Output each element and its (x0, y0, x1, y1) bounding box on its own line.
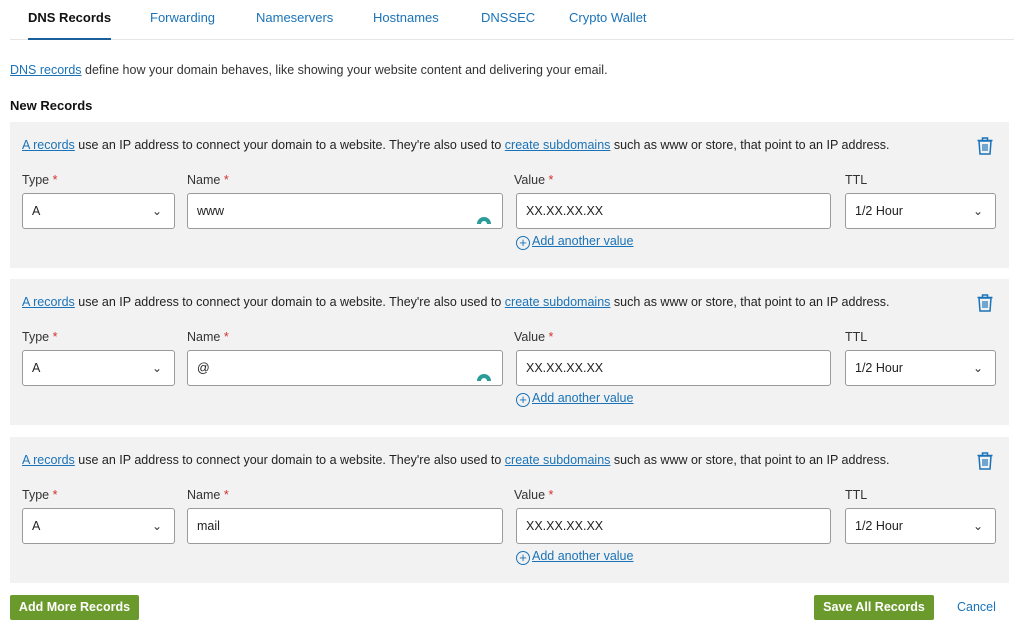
plus-circle-icon: + (516, 236, 530, 250)
trash-icon[interactable] (976, 293, 994, 313)
type-label: Type * (22, 173, 58, 187)
plus-circle-icon: + (516, 393, 530, 407)
a-records-link[interactable]: A records (22, 138, 75, 152)
a-records-link[interactable]: A records (22, 453, 75, 467)
tab-dns-records[interactable]: DNS Records (28, 0, 112, 40)
chevron-down-icon: ⌄ (151, 519, 162, 533)
chevron-down-icon: ⌄ (972, 204, 983, 218)
type-select[interactable]: A ⌄ (22, 508, 175, 544)
a-record-card: A records use an IP address to connect y… (10, 279, 1009, 425)
dns-records-link[interactable]: DNS records (10, 63, 82, 77)
create-subdomains-link[interactable]: create subdomains (505, 453, 611, 467)
value-input[interactable]: XX.XX.XX.XX (516, 193, 831, 229)
add-more-records-button[interactable]: Add More Records (10, 595, 139, 620)
ttl-select-value: 1/2 Hour (855, 361, 903, 375)
type-select-value: A (32, 361, 41, 375)
chevron-down-icon: ⌄ (151, 204, 162, 218)
record-description: A records use an IP address to connect y… (22, 138, 889, 152)
plus-circle-icon: + (516, 551, 530, 565)
name-label: Name * (187, 488, 229, 502)
type-label: Type * (22, 330, 58, 344)
record-description: A records use an IP address to connect y… (22, 295, 889, 309)
name-input[interactable]: @ (187, 350, 503, 386)
add-another-value-link[interactable]: + Add another value (516, 549, 633, 565)
value-input[interactable]: XX.XX.XX.XX (516, 350, 831, 386)
ttl-label: TTL (845, 330, 868, 344)
a-record-card: A records use an IP address to connect y… (10, 437, 1009, 583)
ttl-select-value: 1/2 Hour (855, 204, 903, 218)
ttl-select-value: 1/2 Hour (855, 519, 903, 533)
type-select[interactable]: A ⌄ (22, 350, 175, 386)
value-input[interactable]: XX.XX.XX.XX (516, 508, 831, 544)
tab-forwarding[interactable]: Forwarding (150, 0, 215, 40)
create-subdomains-link[interactable]: create subdomains (505, 138, 611, 152)
intro-body: define how your domain behaves, like sho… (81, 63, 608, 77)
tab-bar: DNS Records Forwarding Nameservers Hostn… (10, 0, 1014, 40)
chevron-down-icon: ⌄ (972, 519, 983, 533)
name-label: Name * (187, 173, 229, 187)
add-another-value-link[interactable]: + Add another value (516, 234, 633, 250)
name-input-value: mail (197, 519, 220, 533)
add-another-value-label: Add another value (532, 391, 634, 405)
ttl-select[interactable]: 1/2 Hour ⌄ (845, 508, 996, 544)
record-description-text: use an IP address to connect your domain… (74, 295, 505, 309)
value-label: Value * (514, 173, 554, 187)
ttl-label: TTL (845, 488, 868, 502)
tab-dnssec[interactable]: DNSSEC (481, 0, 535, 40)
intro-text: DNS records define how your domain behav… (10, 63, 608, 77)
record-description-text-end: such as www or store, that point to an I… (610, 295, 890, 309)
name-input[interactable]: www (187, 193, 503, 229)
record-description-text-end: such as www or store, that point to an I… (610, 138, 890, 152)
tab-nameservers[interactable]: Nameservers (256, 0, 333, 40)
cancel-link[interactable]: Cancel (957, 600, 996, 614)
trash-icon[interactable] (976, 136, 994, 156)
name-input-value: www (197, 204, 225, 218)
type-select-value: A (32, 519, 41, 533)
name-input-value: @ (197, 361, 210, 375)
ttl-label: TTL (845, 173, 868, 187)
chevron-down-icon: ⌄ (972, 361, 983, 375)
save-all-records-button[interactable]: Save All Records (814, 595, 934, 620)
value-label: Value * (514, 488, 554, 502)
value-label: Value * (514, 330, 554, 344)
type-label: Type * (22, 488, 58, 502)
add-another-value-label: Add another value (532, 234, 634, 248)
add-another-value-link[interactable]: + Add another value (516, 391, 633, 407)
a-record-card: A records use an IP address to connect y… (10, 122, 1009, 268)
name-input[interactable]: mail (187, 508, 503, 544)
trash-icon[interactable] (976, 451, 994, 471)
a-records-link[interactable]: A records (22, 295, 75, 309)
value-input-value: XX.XX.XX.XX (526, 519, 604, 533)
ttl-select[interactable]: 1/2 Hour ⌄ (845, 350, 996, 386)
arc-icon (476, 361, 492, 381)
arc-icon (476, 204, 492, 224)
chevron-down-icon: ⌄ (151, 361, 162, 375)
add-another-value-label: Add another value (532, 549, 634, 563)
ttl-select[interactable]: 1/2 Hour ⌄ (845, 193, 996, 229)
value-input-value: XX.XX.XX.XX (526, 361, 604, 375)
record-description-text-end: such as www or store, that point to an I… (610, 453, 890, 467)
tab-hostnames[interactable]: Hostnames (373, 0, 439, 40)
name-label: Name * (187, 330, 229, 344)
value-input-value: XX.XX.XX.XX (526, 204, 604, 218)
tab-crypto-wallet[interactable]: Crypto Wallet (569, 0, 647, 40)
record-description: A records use an IP address to connect y… (22, 453, 889, 467)
type-select[interactable]: A ⌄ (22, 193, 175, 229)
type-select-value: A (32, 204, 41, 218)
record-description-text: use an IP address to connect your domain… (74, 453, 505, 467)
section-title: New Records (10, 98, 93, 113)
create-subdomains-link[interactable]: create subdomains (505, 295, 611, 309)
record-description-text: use an IP address to connect your domain… (74, 138, 505, 152)
